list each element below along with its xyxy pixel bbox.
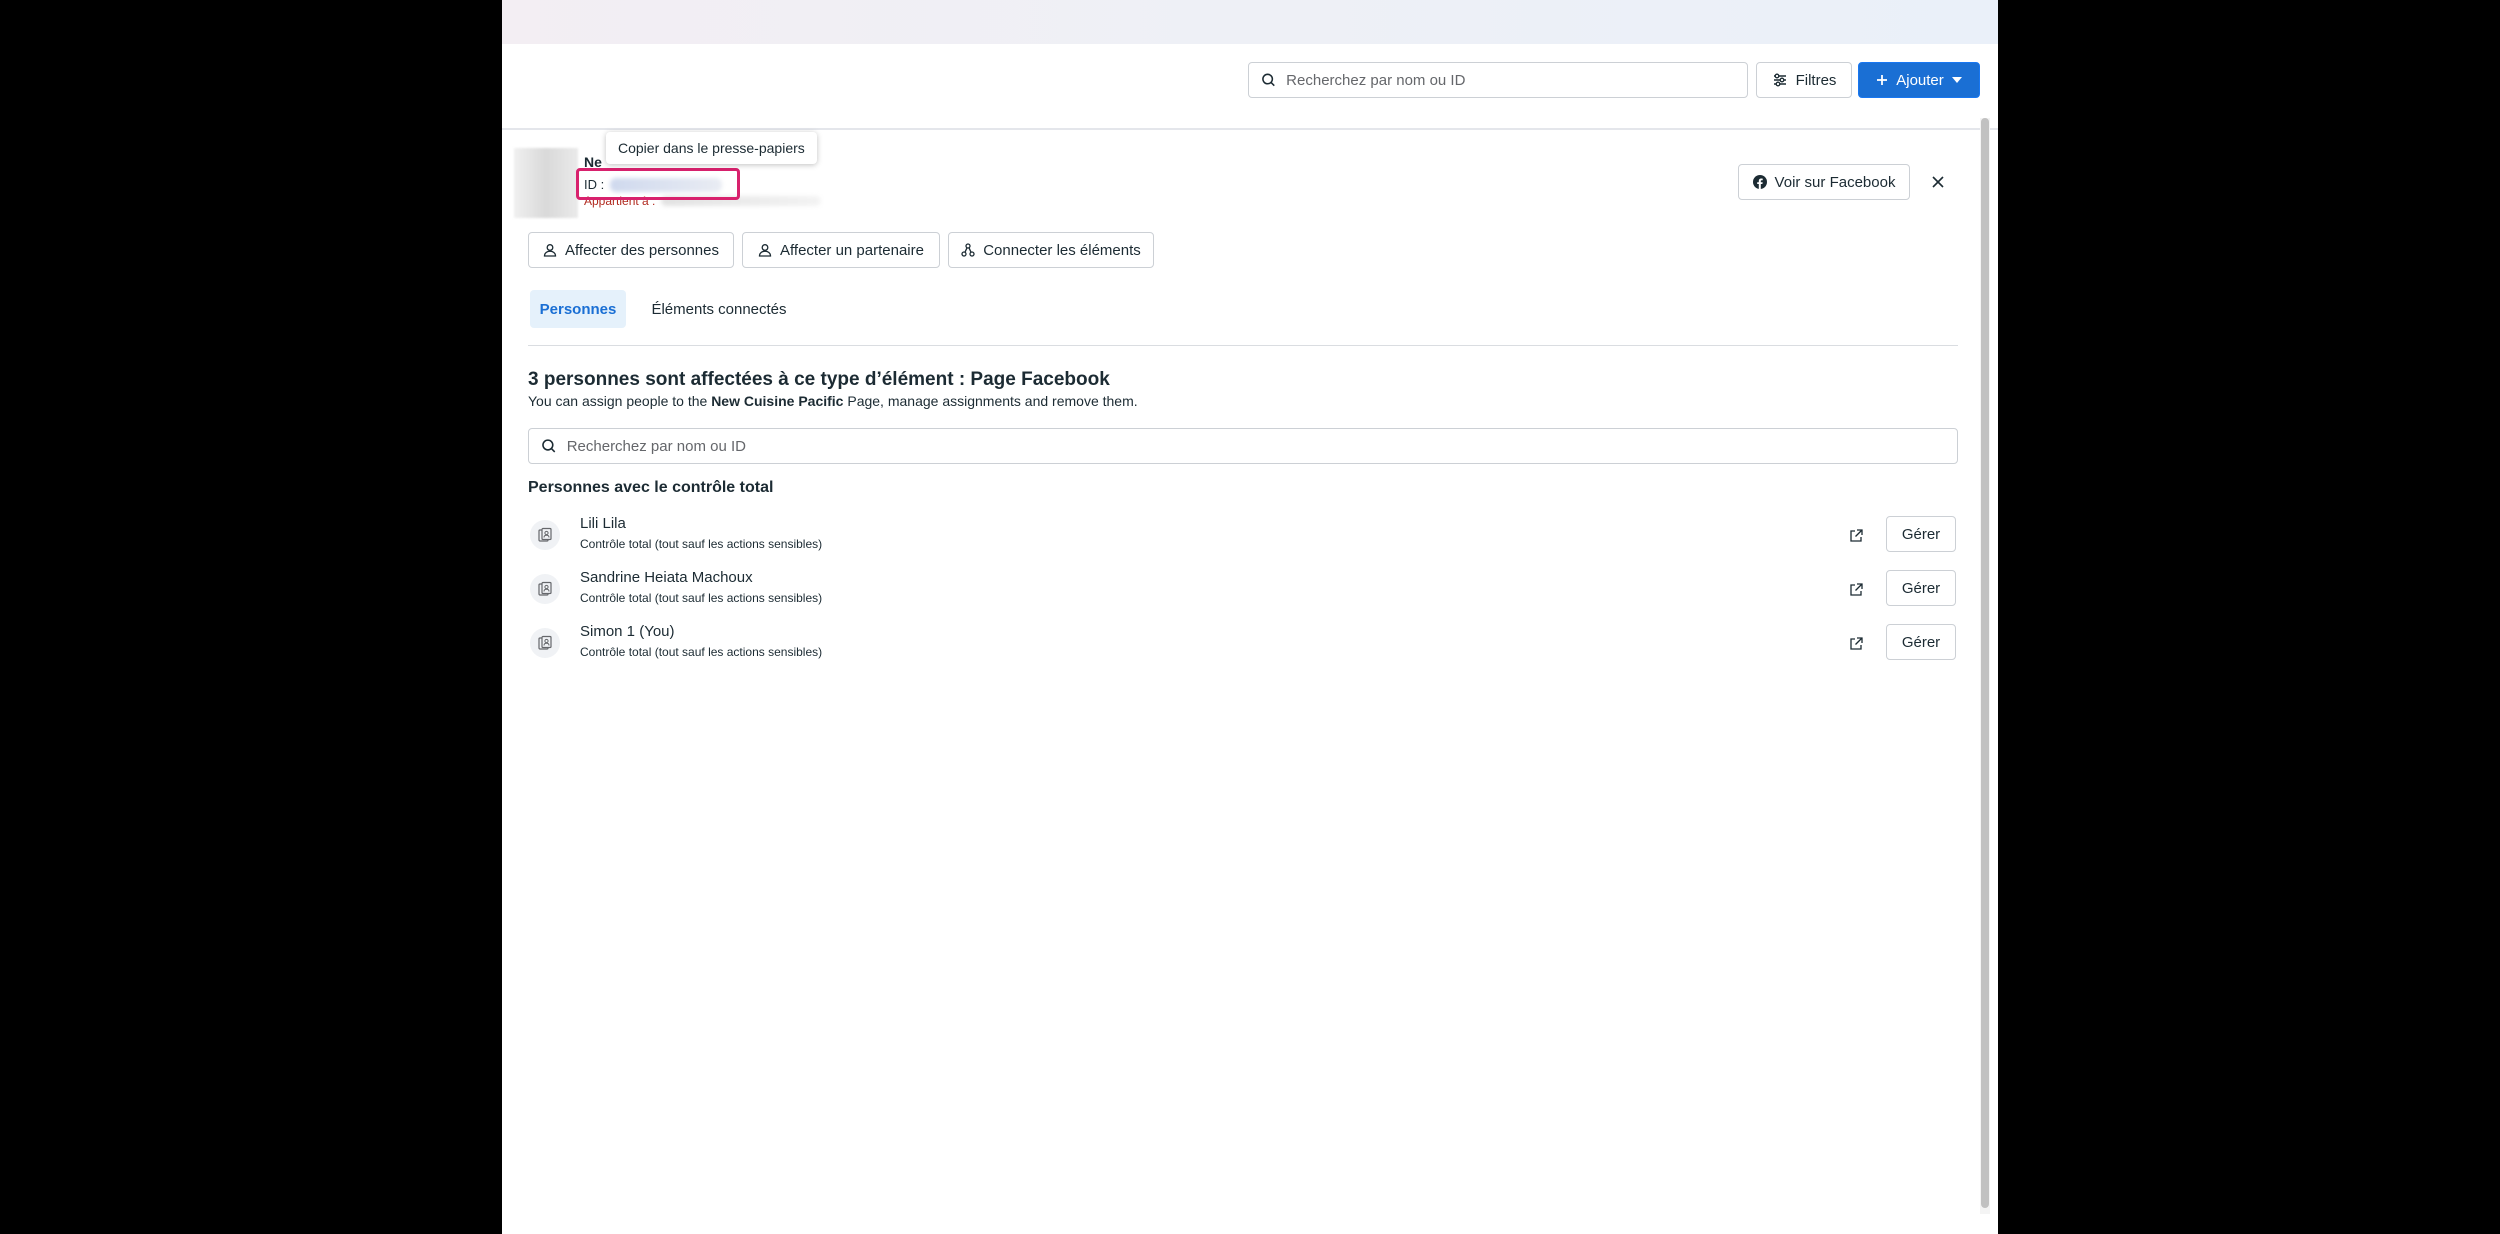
- facebook-icon: [1752, 175, 1767, 189]
- tab-bar: Personnes Éléments connectés: [528, 290, 1958, 346]
- add-button[interactable]: Ajouter: [1858, 62, 1980, 98]
- full-control-heading: Personnes avec le contrôle total: [528, 479, 774, 496]
- person-role: Contrôle total (tout sauf les actions se…: [580, 645, 823, 659]
- desc-suffix: Page, manage assignments and remove them…: [847, 393, 1138, 409]
- external-link-icon[interactable]: [1844, 632, 1868, 656]
- assign-partner-label: Affecter un partenaire: [780, 241, 924, 259]
- global-search-input[interactable]: [1286, 71, 1747, 89]
- person-icon: [543, 244, 557, 257]
- view-on-facebook-label: Voir sur Facebook: [1774, 173, 1896, 191]
- user-badge-icon: [530, 520, 560, 550]
- view-on-facebook-button[interactable]: Voir sur Facebook: [1738, 164, 1910, 200]
- toolbar: Filtres Ajouter: [502, 44, 1998, 130]
- filters-label: Filtres: [1795, 71, 1837, 89]
- filters-button[interactable]: Filtres: [1756, 62, 1852, 98]
- assign-people-label: Affecter des personnes: [565, 241, 719, 259]
- panel-scrollbar[interactable]: [1980, 118, 1990, 1214]
- person-row: Lili Lila Contrôle total (tout sauf les …: [528, 510, 1958, 562]
- person-role: Contrôle total (tout sauf les actions se…: [580, 591, 823, 605]
- partner-icon: [758, 244, 772, 257]
- top-banner: [502, 0, 1998, 44]
- assign-partner-button[interactable]: Affecter un partenaire: [742, 232, 940, 268]
- asset-detail-panel: Ne ID : Appartient à : Copier dans le pr…: [502, 130, 1998, 1234]
- global-search-field[interactable]: [1248, 62, 1748, 98]
- sliders-icon: [1773, 73, 1786, 87]
- close-panel-button[interactable]: [1920, 164, 1956, 200]
- person-name: Lili Lila: [580, 515, 626, 532]
- plus-icon: [1877, 75, 1888, 85]
- connect-icon: [961, 243, 975, 257]
- asset-avatar: [514, 148, 578, 218]
- connect-assets-button[interactable]: Connecter les éléments: [948, 232, 1154, 268]
- search-icon: [542, 439, 556, 453]
- person-role: Contrôle total (tout sauf les actions se…: [580, 537, 823, 551]
- caret-down-icon: [1951, 77, 1962, 83]
- user-badge-icon: [530, 574, 560, 604]
- tab-people[interactable]: Personnes: [530, 290, 626, 328]
- people-count-heading: 3 personnes sont affectées à ce type d’é…: [528, 369, 1110, 390]
- manage-button[interactable]: Gérer: [1886, 624, 1956, 660]
- desc-prefix: You can assign people to the: [528, 393, 708, 409]
- user-badge-icon: [530, 628, 560, 658]
- scrollbar-thumb[interactable]: [1981, 118, 1989, 1208]
- assign-people-button[interactable]: Affecter des personnes: [528, 232, 734, 268]
- manage-button[interactable]: Gérer: [1886, 516, 1956, 552]
- add-label: Ajouter: [1896, 71, 1944, 89]
- connect-assets-label: Connecter les éléments: [983, 241, 1141, 259]
- manage-button[interactable]: Gérer: [1886, 570, 1956, 606]
- copy-tooltip: Copier dans le presse-papiers: [606, 132, 817, 164]
- close-icon: [1932, 176, 1944, 188]
- person-name: Simon 1 (You): [580, 623, 675, 640]
- external-link-icon[interactable]: [1844, 578, 1868, 602]
- person-row: Sandrine Heiata Machoux Contrôle total (…: [528, 564, 1958, 616]
- external-link-icon[interactable]: [1844, 524, 1868, 548]
- tab-connected-assets[interactable]: Éléments connectés: [644, 290, 794, 328]
- people-search-field[interactable]: [528, 428, 1958, 464]
- people-search-input[interactable]: [566, 437, 1957, 455]
- person-name: Sandrine Heiata Machoux: [580, 569, 753, 586]
- people-description: You can assign people to the New Cuisine…: [528, 393, 1138, 409]
- business-settings-window: Filtres Ajouter Ne ID : Appartient à : C…: [502, 0, 1998, 1234]
- id-highlight-box: [576, 168, 740, 200]
- person-row: Simon 1 (You) Contrôle total (tout sauf …: [528, 618, 1958, 670]
- desc-page-name: New Cuisine Pacific: [711, 393, 844, 409]
- search-icon: [1262, 73, 1275, 87]
